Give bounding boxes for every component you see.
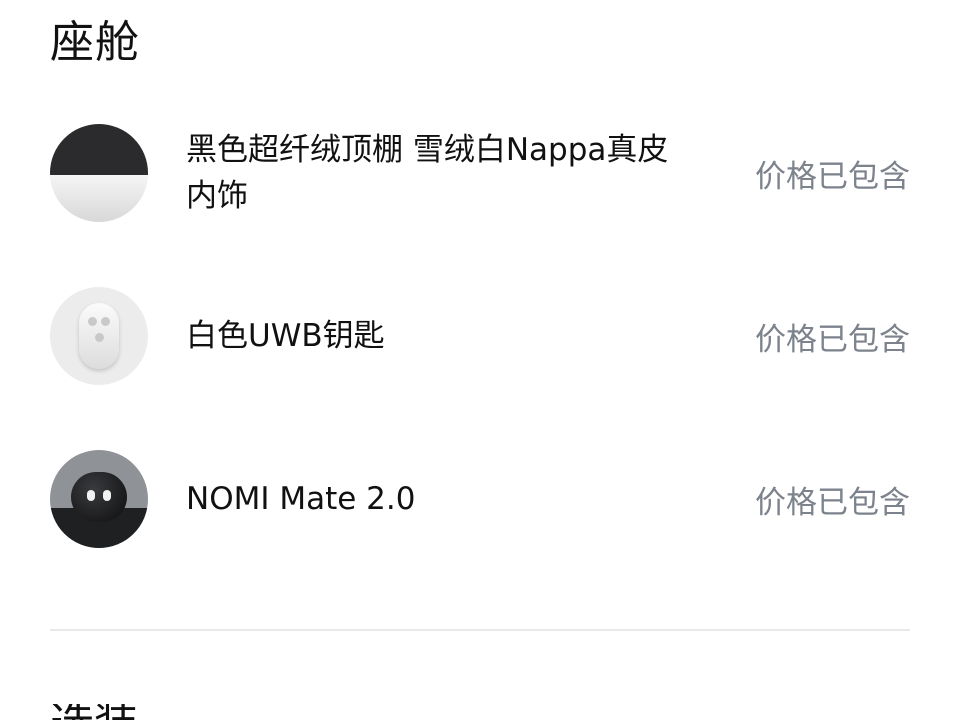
item-price-status: 价格已包含 <box>755 484 910 521</box>
section-title-next: 选装 <box>50 704 138 720</box>
item-price-status: 价格已包含 <box>755 158 910 195</box>
section-divider <box>50 629 910 631</box>
item-name: NOMI Mate 2.0 <box>186 481 416 517</box>
section-title-cockpit: 座舱 <box>50 17 140 68</box>
nomi-thumbnail <box>50 450 148 548</box>
list-item-interior[interactable]: 黑色超纤绒顶棚 雪绒白Nappa真皮内饰 价格已包含 <box>50 124 910 222</box>
list-item-uwb-key[interactable]: 白色UWB钥匙 价格已包含 <box>50 287 910 385</box>
list-item-nomi[interactable]: NOMI Mate 2.0 价格已包含 <box>50 450 910 548</box>
item-name: 黑色超纤绒顶棚 雪绒白Nappa真皮内饰 <box>186 132 669 214</box>
item-price-status: 价格已包含 <box>755 321 910 358</box>
uwb-key-thumbnail <box>50 287 148 385</box>
item-name: 白色UWB钥匙 <box>186 318 385 354</box>
interior-thumbnail <box>50 124 148 222</box>
